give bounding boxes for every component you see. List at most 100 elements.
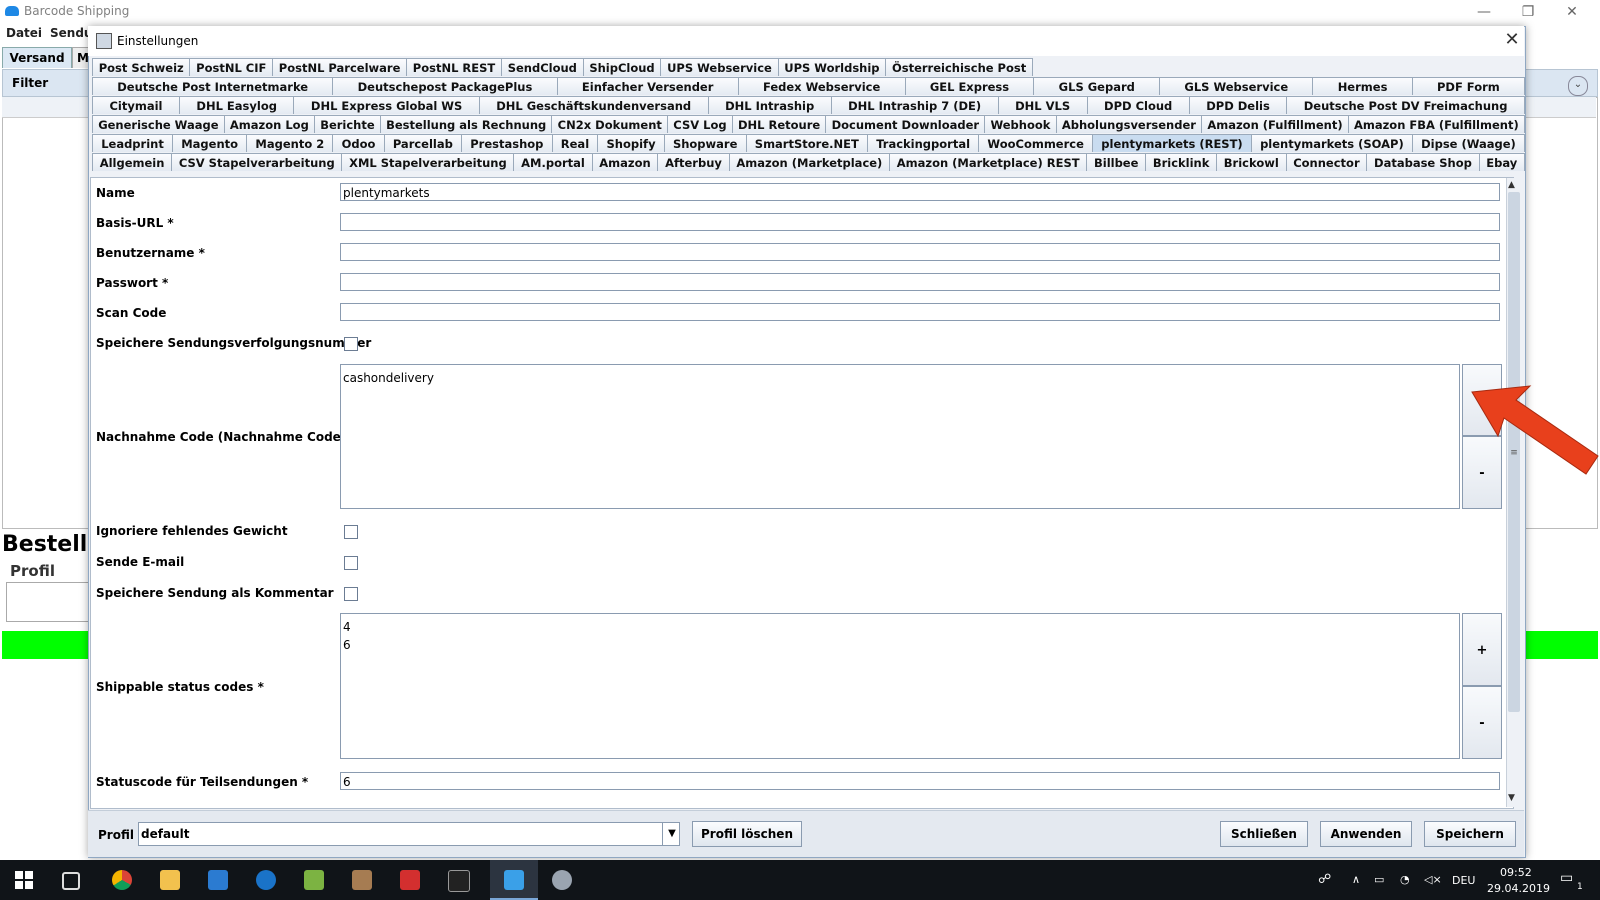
settings-tab[interactable]: Deutschepost PackagePlus xyxy=(332,77,558,95)
settings-tab[interactable]: Odoo xyxy=(332,134,385,152)
settings-tab[interactable]: Magento 2 xyxy=(246,134,334,152)
volume-icon[interactable]: ◁× xyxy=(1424,873,1442,886)
settings-tab[interactable]: Hermes xyxy=(1312,77,1413,95)
apply-button[interactable]: Anwenden xyxy=(1320,821,1412,847)
package-icon[interactable] xyxy=(352,870,372,890)
settings-tab[interactable]: Dipse (Waage) xyxy=(1411,134,1525,152)
settings-tab[interactable]: Afterbuy xyxy=(657,153,730,171)
settings-tab[interactable]: Connector xyxy=(1285,153,1368,171)
settings-tab[interactable]: GLS Webservice xyxy=(1159,77,1314,95)
settings-tab[interactable]: AM.portal xyxy=(513,153,593,171)
settings-tab[interactable]: Berichte xyxy=(314,115,381,133)
settings-tab[interactable]: UPS Webservice xyxy=(660,58,779,76)
vscode-icon[interactable] xyxy=(208,870,228,890)
settings-tab[interactable]: Amazon FBA (Fulfillment) xyxy=(1347,115,1525,133)
profil-box[interactable] xyxy=(6,582,92,622)
chevron-up-icon[interactable]: ∧ xyxy=(1352,873,1360,886)
settings-tab[interactable]: Österreichische Post xyxy=(885,58,1033,76)
settings-tab[interactable]: DHL Geschäftskundenversand xyxy=(478,96,709,114)
paint-icon[interactable] xyxy=(552,870,572,890)
profil-select-value[interactable]: default xyxy=(141,827,189,841)
settings-tab[interactable]: Trackingportal xyxy=(867,134,980,152)
settings-tab[interactable]: Bestellung als Rechnung xyxy=(379,115,553,133)
settings-tab[interactable]: Billbee xyxy=(1086,153,1147,171)
send-email-checkbox[interactable] xyxy=(344,556,358,570)
settings-tab[interactable]: Amazon (Marketplace) REST xyxy=(889,153,1088,171)
settings-tab[interactable]: Shopify xyxy=(597,134,665,152)
settings-tab[interactable]: XML Stapelverarbeitung xyxy=(341,153,515,171)
close-app-button[interactable]: ✕ xyxy=(1552,2,1592,22)
settings-tab[interactable]: PostNL REST xyxy=(406,58,502,76)
settings-tab[interactable]: Einfacher Versender xyxy=(556,77,739,95)
settings-tab[interactable]: Abholungsversender xyxy=(1055,115,1203,133)
settings-tab[interactable]: DPD Delis xyxy=(1188,96,1288,114)
barcode-shipping-icon[interactable] xyxy=(504,870,524,890)
settings-tab[interactable]: Deutsche Post DV Freimachung xyxy=(1286,96,1525,114)
settings-tab[interactable]: PostNL CIF xyxy=(189,58,274,76)
settings-tab[interactable]: DPD Cloud xyxy=(1086,96,1190,114)
scroll-up-icon[interactable]: ▲ xyxy=(1508,180,1515,190)
settings-tab[interactable]: DHL Easylog xyxy=(178,96,295,114)
clock-time[interactable]: 09:52 xyxy=(1500,866,1532,879)
settings-tab[interactable]: CSV Log xyxy=(667,115,733,133)
settings-tab[interactable]: Bricklink xyxy=(1145,153,1218,171)
language-indicator[interactable]: DEU xyxy=(1452,874,1475,887)
settings-tab[interactable]: Fedex Webservice xyxy=(737,77,906,95)
settings-tab[interactable]: GEL Express xyxy=(904,77,1035,95)
settings-tab[interactable]: WooCommerce xyxy=(978,134,1094,152)
settings-tab[interactable]: CN2x Dokument xyxy=(551,115,669,133)
status-code-item[interactable]: 6 xyxy=(343,636,1457,654)
notepad-icon[interactable] xyxy=(304,870,324,890)
settings-tab[interactable]: Allgemein xyxy=(92,153,173,171)
settings-tab[interactable]: DHL Express Global WS xyxy=(293,96,480,114)
scroll-down-icon[interactable]: ▼ xyxy=(1508,793,1515,803)
cod-list[interactable]: cashondelivery xyxy=(340,364,1460,509)
status-code-item[interactable]: 4 xyxy=(343,618,1457,636)
settings-tab[interactable]: Real xyxy=(551,134,599,152)
status-add-button[interactable]: + xyxy=(1462,613,1502,686)
cod-list-item[interactable]: cashondelivery xyxy=(343,369,1457,387)
people-icon[interactable]: ☍ xyxy=(1318,872,1331,887)
settings-tab[interactable]: PDF Form xyxy=(1411,77,1526,95)
save-comment-checkbox[interactable] xyxy=(344,587,358,601)
clock-date[interactable]: 29.04.2019 xyxy=(1487,882,1550,895)
username-input[interactable] xyxy=(340,243,1500,261)
password-input[interactable] xyxy=(340,273,1500,291)
settings-tab[interactable]: Amazon (Marketplace) xyxy=(728,153,891,171)
chrome-icon[interactable] xyxy=(112,870,132,890)
name-input[interactable]: plentymarkets xyxy=(340,183,1500,201)
settings-tab[interactable]: plentymarkets (REST) xyxy=(1092,134,1252,152)
restore-button[interactable]: ❐ xyxy=(1508,2,1548,22)
settings-tab[interactable]: CSV Stapelverarbeitung xyxy=(171,153,343,171)
settings-tab[interactable]: Generische Waage xyxy=(92,115,225,133)
baseurl-input[interactable] xyxy=(340,213,1500,231)
acrobat-icon[interactable] xyxy=(400,870,420,890)
delete-profile-button[interactable]: Profil löschen xyxy=(692,821,802,847)
settings-tab[interactable]: DHL Intraship 7 (DE) xyxy=(830,96,999,114)
settings-tab[interactable]: Parcellab xyxy=(383,134,463,152)
settings-tab[interactable]: Amazon (Fulfillment) xyxy=(1201,115,1349,133)
partial-status-input[interactable]: 6 xyxy=(340,772,1500,790)
settings-tab[interactable]: Ebay xyxy=(1478,153,1525,171)
settings-tab[interactable]: Prestashop xyxy=(461,134,553,152)
settings-tab[interactable]: SmartStore.NET xyxy=(745,134,869,152)
filter-label[interactable]: Filter xyxy=(12,76,48,90)
settings-tab[interactable]: PostNL Parcelware xyxy=(272,58,408,76)
minimize-button[interactable]: — xyxy=(1464,2,1504,22)
settings-tab[interactable]: Document Downloader xyxy=(825,115,986,133)
menu-sendungen[interactable]: Sendu xyxy=(50,26,92,40)
settings-tab[interactable]: DHL VLS xyxy=(997,96,1088,114)
file-explorer-icon[interactable] xyxy=(160,870,180,890)
save-button[interactable]: Speichern xyxy=(1424,821,1516,847)
windows-start-icon[interactable] xyxy=(14,870,34,890)
settings-tab[interactable]: Brickowl xyxy=(1216,153,1287,171)
settings-tab[interactable]: Amazon xyxy=(591,153,659,171)
settings-tab[interactable]: Leadprint xyxy=(92,134,174,152)
settings-tab[interactable]: Shopware xyxy=(663,134,747,152)
settings-tab[interactable]: GLS Gepard xyxy=(1033,77,1161,95)
ignore-weight-checkbox[interactable] xyxy=(344,525,358,539)
settings-tab[interactable]: plentymarkets (SOAP) xyxy=(1250,134,1413,152)
network-icon[interactable]: ◔ xyxy=(1400,873,1410,886)
settings-tab[interactable]: Magento xyxy=(172,134,248,152)
settings-tab[interactable]: Citymail xyxy=(92,96,180,114)
